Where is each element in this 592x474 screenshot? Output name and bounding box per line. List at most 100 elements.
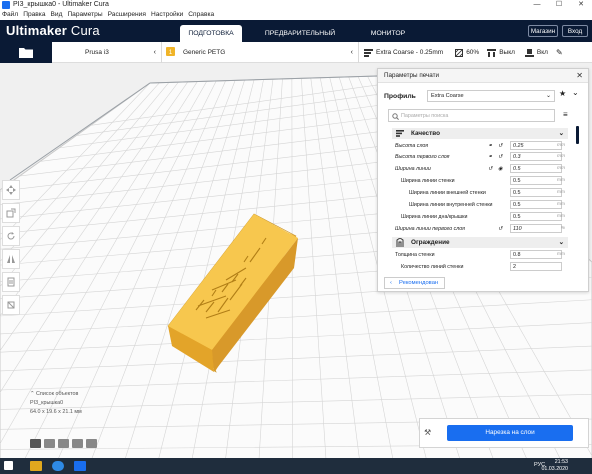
minimize-button[interactable]: —: [526, 0, 548, 10]
setting-value-input[interactable]: 0.5: [510, 164, 562, 173]
per-model-settings-button[interactable]: [2, 272, 20, 292]
setting-row-line-width: Ширина линии ↺ ◉ 0.5 mm: [392, 164, 568, 174]
chevron-down-icon: ‹: [350, 49, 353, 56]
tools-icon[interactable]: ⚒: [424, 428, 431, 437]
reset-icon[interactable]: ↺: [488, 164, 492, 174]
setting-value-input[interactable]: 0.5: [510, 176, 562, 185]
logo-bold-text: Ultimaker: [6, 23, 68, 38]
setting-label: Ширина линии внешней стенки: [409, 190, 486, 196]
setting-label: Количество линий стенки: [401, 264, 464, 270]
system-clock[interactable]: 21:53 01.03.2020: [541, 459, 568, 473]
browser-icon[interactable]: [52, 461, 64, 471]
profile-dropdown-value: Extra Coarse: [431, 93, 464, 99]
setting-value-input[interactable]: 0.8: [510, 250, 562, 259]
tab-preview[interactable]: ПРЕДВАРИТЕЛЬНЫЙ ПРОСМОТР: [246, 25, 354, 54]
reset-icon[interactable]: ↺: [498, 141, 502, 151]
view-left-icon[interactable]: [72, 439, 83, 448]
setting-label: Ширина линии: [395, 166, 431, 172]
view-top-icon[interactable]: [58, 439, 69, 448]
settings-search-input[interactable]: Параметры поиска: [388, 109, 555, 122]
support-icon: [487, 48, 497, 57]
mirror-icon: [7, 255, 15, 263]
setting-unit: mm: [557, 154, 565, 159]
chevron-down-icon[interactable]: ⌄: [572, 88, 579, 97]
recommended-mode-button[interactable]: ‹ Рекомендован: [384, 277, 445, 289]
rotate-tool-button[interactable]: [2, 226, 20, 246]
setting-value-input[interactable]: 110: [510, 224, 562, 233]
menu-view[interactable]: Вид: [51, 10, 63, 20]
move-icon: [6, 185, 16, 195]
setting-label: Толщина стенки: [395, 252, 435, 258]
object-list-header: Список объектов: [36, 391, 79, 397]
menu-file[interactable]: Файл: [2, 10, 18, 20]
setting-row-initial-layer-height: Высота первого слоя ⚭ ↺ 0.3 mm: [392, 152, 568, 162]
maximize-button[interactable]: ☐: [548, 0, 570, 10]
window-titlebar: PI3_крышка0 - Ultimaker Cura — ☐ ✕: [0, 0, 592, 10]
favorite-star-icon[interactable]: ★: [559, 89, 566, 98]
setting-row-wall-line-count: Количество линий стенки 2: [392, 262, 568, 272]
object-list-toggle[interactable]: ⌃ Список объектов: [30, 390, 82, 399]
menu-preferences[interactable]: Настройки: [151, 10, 183, 20]
object-list: ⌃ Список объектов PI3_крышка0 64.0 x 19.…: [30, 390, 82, 417]
file-explorer-icon[interactable]: [30, 461, 42, 471]
menu-edit[interactable]: Правка: [23, 10, 45, 20]
profile-dropdown[interactable]: Extra Coarse ⌄: [427, 90, 555, 102]
slice-button[interactable]: Нарезка на слои: [447, 425, 573, 441]
setting-row-wall-thickness: Толщина стенки 0.8 mm: [392, 250, 568, 260]
infill-icon: [455, 48, 464, 57]
per-model-settings-icon: [7, 277, 15, 287]
tab-prepare[interactable]: ПОДГОТОВКА: [180, 25, 242, 42]
setting-label: Высота слоя: [395, 143, 429, 149]
setting-value-input[interactable]: 0.3: [510, 152, 562, 161]
marketplace-button[interactable]: Магазин: [528, 25, 558, 37]
menu-settings[interactable]: Параметры: [67, 10, 102, 20]
setting-unit: mm: [557, 190, 565, 195]
category-label: Ограждение: [411, 239, 450, 246]
settings-menu-icon[interactable]: ≡: [563, 110, 568, 119]
link-icon: ⚭: [488, 143, 493, 149]
menu-help[interactable]: Справка: [188, 10, 214, 20]
scale-tool-button[interactable]: [2, 203, 20, 223]
setting-label: Ширина линии внутренней стенки: [409, 202, 493, 208]
view-3d-icon[interactable]: [30, 439, 41, 448]
open-file-button[interactable]: [0, 42, 52, 63]
profile-label: Профиль: [384, 93, 416, 100]
windows-taskbar: РУС 21:53 01.03.2020: [0, 458, 592, 474]
menu-extensions[interactable]: Расширения: [108, 10, 146, 20]
search-placeholder: Параметры поиска: [401, 113, 449, 119]
setting-value-input[interactable]: 0.25: [510, 141, 562, 150]
reset-icon[interactable]: ↺: [498, 224, 502, 234]
print-settings-title: Параметры печати: [378, 69, 588, 83]
chevron-down-icon: ⌄: [558, 239, 564, 246]
category-quality[interactable]: Качество ⌄: [392, 128, 568, 139]
quality-icon: [364, 48, 373, 57]
setting-row-initial-layer-line-width: Ширина линии первого слоя ↺ 110 %: [392, 224, 568, 234]
mirror-tool-button[interactable]: [2, 249, 20, 269]
support-blocker-button[interactable]: [2, 295, 20, 315]
material-selector[interactable]: 1 Generic PETG ‹: [166, 42, 356, 63]
settings-scrollbar[interactable]: [576, 126, 579, 144]
chevron-down-icon: ‹: [153, 49, 156, 56]
printer-selector[interactable]: Prusa i3 ‹: [62, 42, 158, 63]
link-icon: ⚭: [488, 154, 493, 160]
windows-start-icon[interactable]: [4, 461, 13, 470]
setting-value-input[interactable]: 0.5: [510, 212, 562, 221]
close-icon[interactable]: ✕: [576, 69, 583, 83]
close-window-button[interactable]: ✕: [570, 0, 592, 10]
setting-value-input[interactable]: 0.5: [510, 200, 562, 209]
cura-app-icon: [2, 1, 10, 9]
setting-value-input[interactable]: 2: [510, 262, 562, 271]
view-right-icon[interactable]: [86, 439, 97, 448]
clock-date: 01.03.2020: [541, 466, 568, 472]
setting-unit: mm: [557, 202, 565, 207]
move-tool-button[interactable]: [2, 180, 20, 200]
view-front-icon[interactable]: [44, 439, 55, 448]
tab-monitor[interactable]: МОНИТОР: [358, 25, 418, 42]
setting-value-input[interactable]: 0.5: [510, 188, 562, 197]
print-settings-selector[interactable]: Extra Coarse - 0.25mm 60% Выкл Вкл ✎: [364, 42, 592, 63]
setting-unit: %: [560, 226, 565, 231]
reset-icon[interactable]: ↺: [498, 152, 502, 162]
category-shell[interactable]: Ограждение ⌄: [392, 237, 568, 248]
signin-button[interactable]: Вход: [562, 25, 588, 37]
cura-taskbar-icon[interactable]: [74, 461, 86, 471]
